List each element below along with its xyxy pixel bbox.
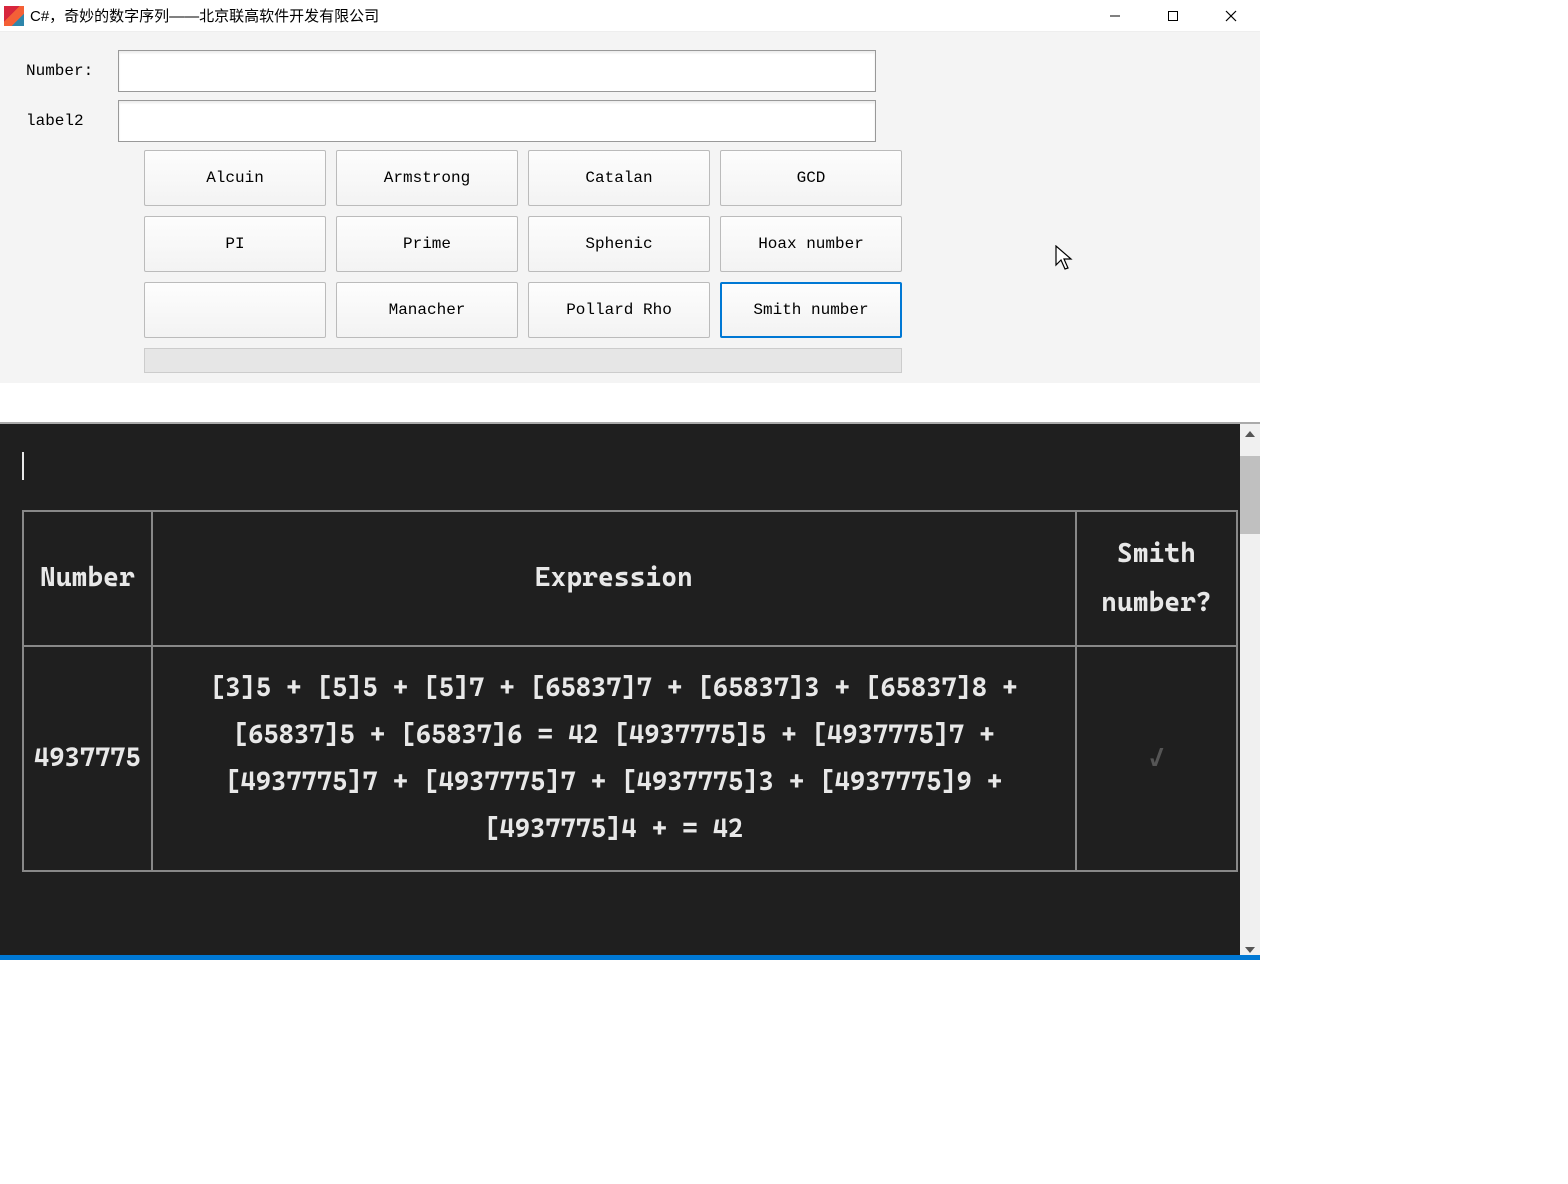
output-panel: Number Expression Smith number? 4937775 … [0, 422, 1260, 960]
col-expression: Expression [152, 511, 1076, 646]
scrollbar-track[interactable] [1240, 424, 1260, 960]
number-input[interactable] [118, 50, 876, 92]
check-icon: ✓ [1149, 743, 1164, 773]
sphenic-button[interactable]: Sphenic [528, 216, 710, 272]
result-table: Number Expression Smith number? 4937775 … [22, 510, 1238, 872]
app-icon [4, 6, 24, 26]
hoax-number-button[interactable]: Hoax number [720, 216, 902, 272]
manacher-button[interactable]: Manacher [336, 282, 518, 338]
alcuin-button[interactable]: Alcuin [144, 150, 326, 206]
close-button[interactable] [1202, 0, 1260, 32]
window-title: C#，奇妙的数字序列——北京联高软件开发有限公司 [30, 5, 1086, 26]
cell-smith: ✓ [1076, 646, 1237, 871]
scrollbar-thumb[interactable] [1240, 456, 1260, 534]
label2-label: label2 [18, 112, 118, 130]
table-row: 4937775 [3]5 + [5]5 + [5]7 + [65837]7 + … [23, 646, 1237, 871]
cell-expression: [3]5 + [5]5 + [5]7 + [65837]7 + [65837]3… [152, 646, 1076, 871]
scroll-up-arrow[interactable] [1240, 424, 1260, 444]
col-number: Number [23, 511, 152, 646]
number-label: Number: [18, 62, 118, 80]
maximize-button[interactable] [1144, 0, 1202, 32]
label2-input[interactable] [118, 100, 876, 142]
armstrong-button[interactable]: Armstrong [336, 150, 518, 206]
empty-button[interactable] [144, 282, 326, 338]
prime-button[interactable]: Prime [336, 216, 518, 272]
bottom-edge [0, 955, 1260, 960]
minimize-button[interactable] [1086, 0, 1144, 32]
window-controls [1086, 0, 1260, 32]
smith-number-button[interactable]: Smith number [720, 282, 902, 338]
form-area: Number: label2 Alcuin Armstrong Catalan … [0, 32, 1260, 383]
col-smith: Smith number? [1076, 511, 1237, 646]
pi-button[interactable]: PI [144, 216, 326, 272]
cell-number: 4937775 [23, 646, 152, 871]
output-content[interactable]: Number Expression Smith number? 4937775 … [0, 424, 1260, 960]
window-titlebar: C#，奇妙的数字序列——北京联高软件开发有限公司 [0, 0, 1260, 32]
button-grid: Alcuin Armstrong Catalan GCD PI Prime Sp… [144, 150, 1242, 338]
progress-bar [144, 348, 902, 373]
pollard-rho-button[interactable]: Pollard Rho [528, 282, 710, 338]
gcd-button[interactable]: GCD [720, 150, 902, 206]
catalan-button[interactable]: Catalan [528, 150, 710, 206]
text-cursor [22, 452, 24, 480]
